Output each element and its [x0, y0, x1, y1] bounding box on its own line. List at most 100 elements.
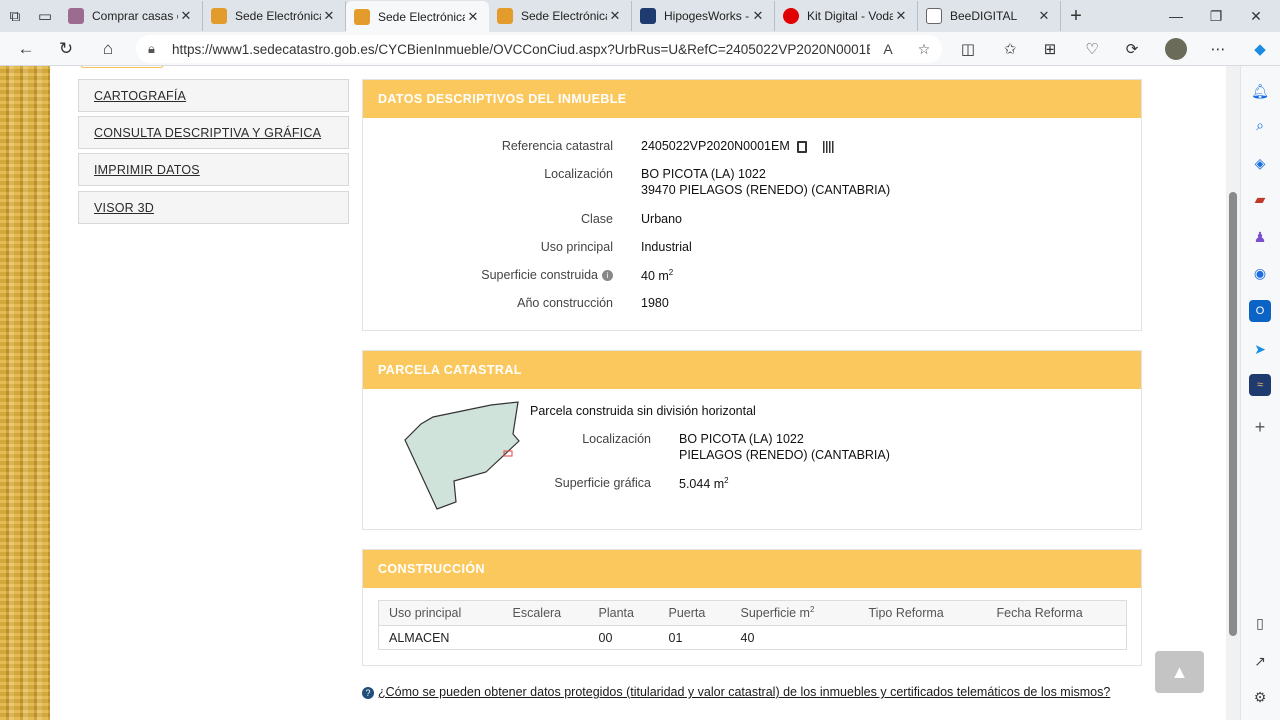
browser-tab[interactable]: Sede Electrónica ✕ [489, 1, 632, 31]
menu-item-consulta[interactable]: CONSULTA DESCRIPTIVA Y GRÁFICA [78, 116, 349, 149]
scroll-to-top-button[interactable]: ▲ [1155, 651, 1204, 693]
minimize-icon[interactable]: — [1156, 0, 1196, 32]
bell-icon[interactable]: 🔔︎ [1249, 80, 1271, 102]
outlook-icon[interactable]: O [1249, 300, 1271, 322]
favorites-icon[interactable]: ✩ [990, 32, 1030, 66]
parcela-subtitle: Parcela construida sin división horizont… [530, 404, 756, 418]
browser-essentials-icon[interactable]: ♡ [1072, 32, 1112, 66]
new-tab-icon[interactable]: + [1061, 5, 1091, 28]
home-icon[interactable]: ⌂ [88, 32, 128, 66]
menu-item-cartografia[interactable]: CARTOGRAFÍA [78, 79, 349, 112]
split-screen-icon[interactable]: ◫ [948, 32, 988, 66]
panel-header: DATOS DESCRIPTIVOS DEL INMUEBLE [363, 80, 1141, 118]
workspaces-icon[interactable]: ⧉ [0, 1, 30, 31]
restore-icon[interactable]: ❐ [1196, 0, 1236, 32]
anio-value: 1980 [641, 296, 669, 310]
tab-favicon [497, 8, 513, 24]
tab-favicon [926, 8, 942, 24]
browser-tab[interactable]: Comprar casas en ✕ [60, 1, 203, 31]
panel-construccion: CONSTRUCCIÓN Uso principal Escalera Plan… [362, 549, 1142, 666]
search-icon[interactable]: ⌕ [1249, 114, 1271, 136]
close-tab-icon[interactable]: ✕ [465, 9, 481, 25]
send-icon[interactable]: ➤ [1249, 338, 1271, 360]
cell-tipo-reforma [858, 625, 987, 650]
tab-favicon [783, 8, 799, 24]
parcela-loc-label: Localización [582, 432, 651, 446]
shopping-tag-icon[interactable]: ◈ [1249, 152, 1271, 174]
tab-actions-icon[interactable]: ▭ [30, 1, 60, 31]
close-window-icon[interactable]: ✕ [1236, 0, 1276, 32]
info-icon[interactable]: i [602, 270, 613, 282]
close-tab-icon[interactable]: ✕ [893, 8, 909, 24]
favorite-star-icon[interactable]: ☆ [906, 41, 942, 58]
parcela-loc-line2: PIELAGOS (RENEDO) (CANTABRIA) [679, 448, 890, 462]
panel-datos-descriptivos: DATOS DESCRIPTIVOS DEL INMUEBLE Referenc… [362, 79, 1142, 331]
barcode-icon[interactable] [822, 140, 835, 153]
collections-icon[interactable]: ⊞ [1030, 32, 1070, 66]
more-menu-icon[interactable]: ⋯ [1198, 32, 1238, 66]
browser-tab-bar: ⧉ ▭ Comprar casas en ✕ Sede Electrónica … [0, 0, 1280, 33]
tab-favicon [211, 8, 227, 24]
url-text[interactable]: https://www1.sedecatastro.gob.es/CYCBien… [172, 42, 870, 57]
browser-tab[interactable]: HipogesWorks - ✕ [632, 1, 775, 31]
parcel-map-image[interactable] [401, 401, 521, 517]
close-tab-icon[interactable]: ✕ [321, 8, 337, 24]
games-icon[interactable]: ♟ [1249, 226, 1271, 248]
open-external-icon[interactable]: ↗ [1249, 650, 1271, 672]
url-bar[interactable]: 🔒︎ https://www1.sedecatastro.gob.es/CYCB… [136, 35, 942, 63]
browser-tab[interactable]: Kit Digital - Voda ✕ [775, 1, 918, 31]
close-tab-icon[interactable]: ✕ [750, 8, 766, 24]
page-scrollbar[interactable] [1226, 66, 1240, 720]
menu-item-visor3d[interactable]: VISOR 3D [78, 191, 349, 224]
add-icon[interactable]: + [1249, 416, 1271, 438]
ref-label: Referencia catastral [501, 139, 613, 153]
tab-title: Sede Electrónica [521, 9, 607, 23]
tab-title: HipogesWorks - [664, 9, 750, 23]
close-tab-icon[interactable]: ✕ [607, 8, 623, 24]
copy-icon[interactable] [797, 140, 808, 153]
extension-icon[interactable]: ⟳ [1112, 32, 1152, 66]
tab-favicon [68, 8, 84, 24]
panel-header: PARCELA CATASTRAL [363, 351, 1141, 389]
ref-value: 2405022VP2020N0001EM [641, 139, 835, 153]
col-superficie-exp: 2 [809, 605, 815, 615]
close-tab-icon[interactable]: ✕ [178, 8, 194, 24]
sup-unit-exp: 2 [668, 268, 674, 277]
parcela-sup-value: 5.044 m2 [679, 476, 729, 491]
scrollbar-thumb[interactable] [1229, 192, 1237, 636]
loc-label: Localización [544, 167, 613, 181]
reload-icon[interactable]: ↻ [46, 32, 86, 66]
tab-favicon [640, 8, 656, 24]
back-arrow-icon[interactable]: ← [6, 32, 46, 66]
settings-gear-icon[interactable]: ⚙ [1249, 686, 1271, 708]
address-toolbar: ← ↻ ⌂ 🔒︎ https://www1.sedecatastro.gob.e… [0, 32, 1280, 66]
browser-tab-active[interactable]: Sede Electrónica ✕ [346, 1, 489, 33]
panel-parcela-catastral: PARCELA CATASTRAL Parcela construida sin… [362, 350, 1142, 530]
tab-title: Sede Electrónica [378, 10, 465, 24]
sidebar-toggle-icon[interactable]: ▯ [1249, 612, 1271, 634]
tab-favicon [354, 9, 370, 25]
loc-line2: 39470 PIELAGOS (RENEDO) (CANTABRIA) [641, 183, 891, 197]
close-tab-icon[interactable]: ✕ [1036, 8, 1052, 24]
page-content: CARTOGRAFÍA CONSULTA DESCRIPTIVA Y GRÁFI… [0, 66, 1226, 720]
cell-fecha-reforma [986, 625, 1127, 650]
tab-title: Sede Electrónica [235, 9, 321, 23]
tab-title: BeeDIGITAL [950, 9, 1018, 23]
help-question-link[interactable]: ¿Cómo se pueden obtener datos protegidos… [378, 685, 1110, 699]
clase-value: Urbano [641, 212, 682, 226]
menu-item-imprimir[interactable]: IMPRIMIR DATOS [78, 153, 349, 186]
browser-tab[interactable]: BeeDIGITAL ✕ [918, 1, 1061, 31]
read-aloud-icon[interactable]: A [870, 41, 906, 57]
avatar[interactable] [1156, 32, 1196, 66]
lock-icon[interactable]: 🔒︎ [148, 41, 172, 57]
tools-icon[interactable]: ▰ [1249, 188, 1271, 210]
cell-uso: ALMACEN [378, 625, 503, 650]
col-escalera: Escalera [502, 600, 589, 626]
microsoft365-icon[interactable]: ◉ [1249, 262, 1271, 284]
uso-value: Industrial [641, 240, 692, 254]
copilot-icon[interactable]: ◆ [1240, 32, 1280, 66]
hipoges-icon[interactable]: ≈ [1249, 374, 1271, 396]
col-superficie: Superficie m2 [730, 600, 859, 626]
browser-tab[interactable]: Sede Electrónica ✕ [203, 1, 346, 31]
edge-sidebar: 🔔︎ ⌕ ◈ ▰ ♟ ◉ O ➤ ≈ + ▯ ↗ ⚙ [1240, 66, 1280, 720]
